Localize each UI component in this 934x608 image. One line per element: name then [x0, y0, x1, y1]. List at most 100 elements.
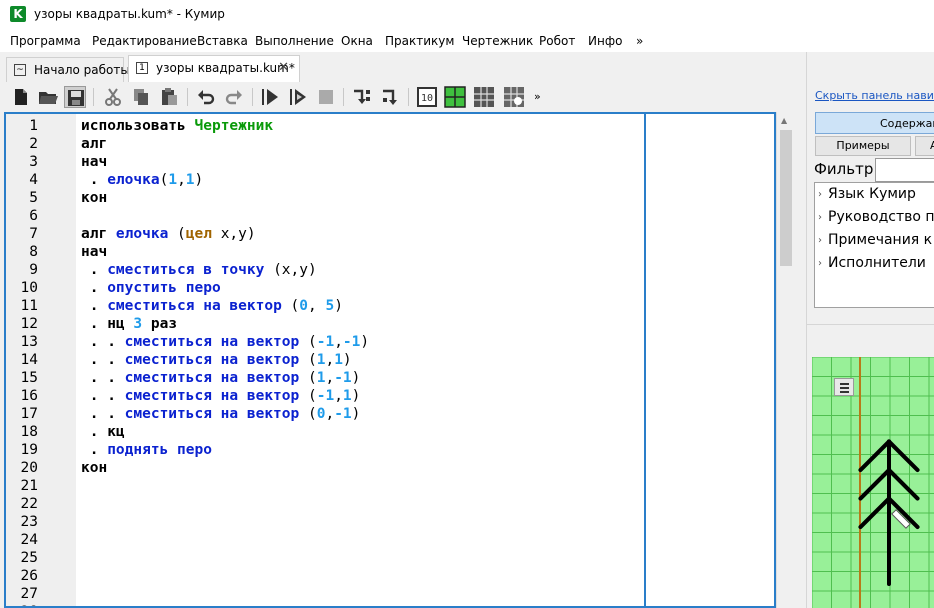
- menu-run[interactable]: Выполнение: [255, 34, 334, 48]
- code-token: -1: [334, 406, 352, 422]
- code-line[interactable]: 22: [6, 495, 642, 513]
- code-line[interactable]: 10 . опустить перо: [6, 279, 642, 297]
- code-line[interactable]: 1 использовать Чертежник: [6, 117, 642, 135]
- code-line[interactable]: 5 кон: [6, 189, 642, 207]
- menu-robot[interactable]: Робот: [539, 34, 575, 48]
- examples-button[interactable]: Примеры: [815, 136, 911, 156]
- cut-icon: [105, 88, 121, 106]
- new-file-button[interactable]: [10, 86, 32, 108]
- code-line[interactable]: 3 нач: [6, 153, 642, 171]
- code-line[interactable]: 24: [6, 531, 642, 549]
- menu-practicum[interactable]: Практикум: [385, 34, 454, 48]
- code-line[interactable]: 20 кон: [6, 459, 642, 477]
- code-line[interactable]: 25: [6, 549, 642, 567]
- run-button[interactable]: [259, 86, 281, 108]
- menu-more[interactable]: »: [636, 34, 643, 48]
- redo-button[interactable]: [223, 86, 245, 108]
- filter-input[interactable]: [875, 158, 934, 182]
- title-bar: K узоры квадраты.kum* - Кумир: [0, 0, 934, 30]
- hamburger-icon: [840, 387, 849, 389]
- code-text: . елочка(1,1): [81, 171, 204, 189]
- hamburger-icon: [840, 383, 849, 385]
- robot-number-button[interactable]: 10: [416, 86, 438, 108]
- alphabet-button[interactable]: А: [915, 136, 934, 156]
- drawer-canvas[interactable]: [812, 357, 934, 608]
- cut-button[interactable]: [102, 86, 124, 108]
- line-number: 19: [20, 442, 38, 458]
- code-line[interactable]: 12 . нц 3 раз: [6, 315, 642, 333]
- code-token: (: [307, 370, 317, 386]
- menu-drawer[interactable]: Чертежник: [462, 34, 533, 48]
- code-text: . . сместиться на вектор (1,1): [81, 351, 352, 369]
- open-folder-icon: [39, 92, 58, 104]
- step-out-button[interactable]: [379, 86, 401, 108]
- code-line[interactable]: 15 . . сместиться на вектор (1,-1): [6, 369, 642, 387]
- code-token: 5: [325, 298, 335, 314]
- line-number: 12: [20, 316, 38, 332]
- tab-program-file[interactable]: 1 узоры квадраты.kum* ✕: [128, 55, 300, 83]
- code-line[interactable]: 2 алг: [6, 135, 642, 153]
- line-number: 3: [29, 154, 38, 170]
- code-line[interactable]: 4 . елочка(1,1): [6, 171, 642, 189]
- editor-scrollbar[interactable]: ▲: [776, 112, 794, 608]
- code-line[interactable]: 17 . . сместиться на вектор (0,-1): [6, 405, 642, 423]
- tab-program-label: узоры квадраты.kum*: [156, 61, 295, 75]
- menu-insert[interactable]: Вставка: [197, 34, 248, 48]
- code-line[interactable]: 14 . . сместиться на вектор (1,1): [6, 351, 642, 369]
- robot-grid-button[interactable]: [473, 86, 495, 108]
- code-token: -1: [342, 334, 361, 350]
- code-text: кон: [81, 189, 107, 207]
- stop-button[interactable]: [315, 86, 337, 108]
- robot-panel-button[interactable]: [503, 86, 525, 108]
- menu-program[interactable]: Программа: [10, 34, 81, 48]
- code-line[interactable]: 23: [6, 513, 642, 531]
- code-token: 1: [334, 352, 343, 368]
- code-line[interactable]: 27: [6, 585, 642, 603]
- toolbar-more[interactable]: »: [534, 90, 541, 103]
- menu-info[interactable]: Инфо: [588, 34, 622, 48]
- tab-start[interactable]: ~ Начало работы: [6, 57, 130, 83]
- paste-icon: [162, 88, 177, 105]
- code-line[interactable]: 18 . кц: [6, 423, 642, 441]
- step-into-button[interactable]: [351, 86, 373, 108]
- code-line[interactable]: 7 алг елочка (цел x,y): [6, 225, 642, 243]
- document-1-icon: 1: [136, 62, 148, 74]
- code-line[interactable]: 11 . сместиться на вектор (0, 5): [6, 297, 642, 315]
- code-token: ): [351, 370, 361, 386]
- code-line[interactable]: 28: [6, 603, 642, 606]
- code-token: .: [81, 262, 108, 278]
- tree-item-label: Руководство по: [828, 209, 934, 225]
- kumir-app-icon: K: [10, 6, 26, 22]
- scroll-up-icon[interactable]: ▲: [781, 116, 787, 125]
- close-tab-icon[interactable]: ✕: [278, 60, 289, 75]
- code-line[interactable]: 13 . . сместиться на вектор (-1,-1): [6, 333, 642, 351]
- stop-icon: [319, 90, 333, 104]
- code-line[interactable]: 8 нач: [6, 243, 642, 261]
- undo-button[interactable]: [195, 86, 217, 108]
- window-title: узоры квадраты.kum* - Кумир: [34, 7, 225, 21]
- code-token: 1: [185, 172, 195, 188]
- code-line[interactable]: 9 . сместиться в точку (x,y): [6, 261, 642, 279]
- drawer-field: [812, 357, 934, 608]
- scrollbar-thumb[interactable]: [780, 130, 792, 266]
- code-line[interactable]: 16 . . сместиться на вектор (-1,1): [6, 387, 642, 405]
- menu-edit[interactable]: Редактирование: [92, 34, 197, 48]
- code-editor[interactable]: 1 использовать Чертежник 2 алг 3 нач 4 . елочк…: [4, 112, 776, 608]
- line-number: 15: [20, 370, 38, 386]
- code-token: цел: [185, 226, 221, 242]
- contents-button[interactable]: Содержан: [815, 112, 934, 134]
- paste-button[interactable]: [158, 86, 180, 108]
- code-line[interactable]: 26: [6, 567, 642, 585]
- copy-button[interactable]: [130, 86, 152, 108]
- menu-windows[interactable]: Окна: [341, 34, 373, 48]
- code-line[interactable]: 19 . поднять перо: [6, 441, 642, 459]
- code-line[interactable]: 21: [6, 477, 642, 495]
- drawer-grid-button[interactable]: [444, 86, 466, 108]
- canvas-menu-button[interactable]: [834, 378, 854, 396]
- hide-navigation-link[interactable]: Скрыть панель навигац: [815, 89, 934, 102]
- step-run-button[interactable]: [287, 86, 309, 108]
- save-button[interactable]: [64, 86, 86, 108]
- editor-margin-separator: [644, 114, 646, 606]
- code-line[interactable]: 6: [6, 207, 642, 225]
- open-file-button[interactable]: [37, 86, 59, 108]
